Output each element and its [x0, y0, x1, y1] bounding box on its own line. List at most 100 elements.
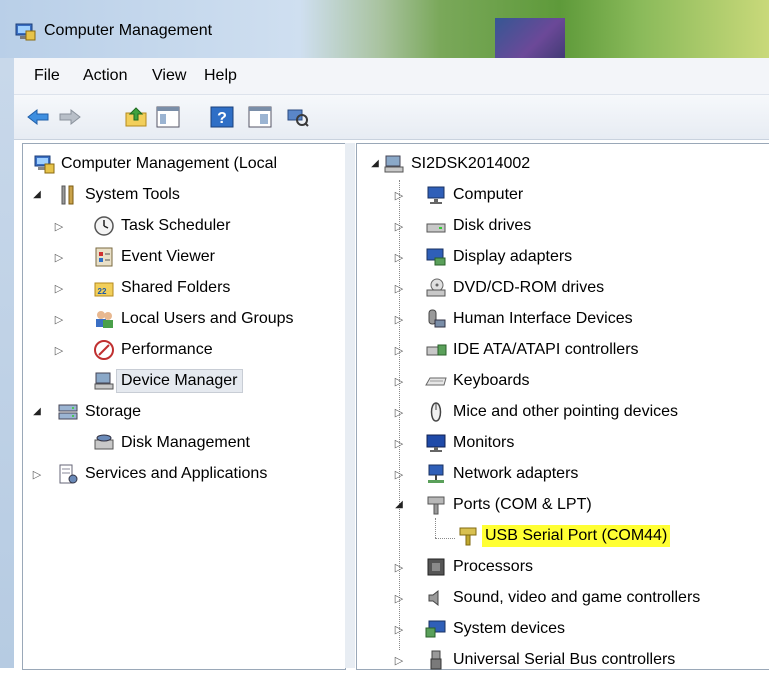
expander-dvd-drives[interactable]: ▷	[393, 282, 405, 295]
expander-keyboards[interactable]: ▷	[393, 375, 405, 388]
tree-item-device-manager[interactable]: Device Manager	[93, 367, 243, 395]
expander-event-viewer[interactable]: ▷	[53, 251, 65, 264]
up-button[interactable]	[122, 103, 150, 131]
expander-display-adapters[interactable]: ▷	[393, 251, 405, 264]
expander-system-devices[interactable]: ▷	[393, 623, 405, 636]
expander-services-applications[interactable]: ▷	[31, 468, 43, 481]
device-category-system-devices[interactable]: System devices	[425, 615, 565, 643]
device-category-sound[interactable]: Sound, video and game controllers	[425, 584, 700, 612]
device-category-usb-controllers[interactable]: Universal Serial Bus controllers	[425, 646, 675, 674]
device-category-disk-drives[interactable]: Disk drives	[425, 212, 531, 240]
menu-bar: File Action View Help	[14, 58, 769, 95]
device-manager-icon	[94, 372, 114, 390]
mouse-icon	[430, 402, 442, 422]
tree-item-system-tools[interactable]: System Tools	[57, 181, 180, 209]
expander-computer-root[interactable]: ◢	[369, 158, 381, 169]
menu-file[interactable]: File	[34, 67, 60, 85]
menu-view[interactable]: View	[152, 67, 186, 85]
device-usb-serial-port[interactable]: USB Serial Port (COM44)	[457, 522, 671, 550]
menu-action[interactable]: Action	[83, 67, 127, 85]
tree-root-computer-management[interactable]: Computer Management (Local	[33, 150, 277, 178]
expander-performance[interactable]: ▷	[53, 344, 65, 357]
tree-item-local-users-groups[interactable]: Local Users and Groups	[93, 305, 294, 333]
expander-shared-folders[interactable]: ▷	[53, 282, 65, 295]
tree-line	[435, 538, 455, 539]
expander-local-users-groups[interactable]: ▷	[53, 313, 65, 326]
expander-ide-controllers[interactable]: ▷	[393, 344, 405, 357]
expander-task-scheduler[interactable]: ▷	[53, 220, 65, 233]
expander-ports[interactable]: ◢	[393, 499, 405, 510]
tree-item-performance[interactable]: Performance	[93, 336, 213, 364]
expander-usb-controllers[interactable]: ▷	[393, 654, 405, 667]
scan-hardware-button[interactable]	[284, 103, 312, 131]
device-category-display-adapters[interactable]: Display adapters	[425, 243, 572, 271]
show-hide-tree-icon	[156, 106, 180, 128]
title-bar: Computer Management	[0, 0, 769, 58]
help-icon: ?	[210, 106, 234, 128]
expander-computer[interactable]: ▷	[393, 189, 405, 202]
device-category-keyboards[interactable]: Keyboards	[425, 367, 530, 395]
performance-icon	[94, 340, 114, 360]
device-category-computer[interactable]: Computer	[425, 181, 523, 209]
device-category-monitors[interactable]: Monitors	[425, 429, 514, 457]
device-category-network-adapters[interactable]: Network adapters	[425, 460, 578, 488]
window-frame-left	[0, 58, 14, 668]
menu-help[interactable]: Help	[204, 67, 237, 85]
device-category-dvd-drives[interactable]: DVD/CD-ROM drives	[425, 274, 604, 302]
tree-item-event-viewer[interactable]: Event Viewer	[93, 243, 215, 271]
expander-monitors[interactable]: ▷	[393, 437, 405, 450]
expander-system-tools[interactable]: ◢	[31, 189, 43, 200]
back-button[interactable]	[24, 103, 52, 131]
expander-sound[interactable]: ▷	[393, 592, 405, 605]
services-icon	[59, 464, 78, 484]
device-category-ports[interactable]: Ports (COM & LPT)	[425, 491, 592, 519]
expander-storage[interactable]: ◢	[31, 406, 43, 417]
expander-hid[interactable]: ▷	[393, 313, 405, 326]
network-adapter-icon	[428, 464, 444, 483]
expander-disk-drives[interactable]: ▷	[393, 220, 405, 233]
help-button[interactable]: ?	[208, 103, 236, 131]
disk-drive-icon	[426, 223, 446, 233]
system-devices-icon	[425, 620, 446, 638]
expander-mice[interactable]: ▷	[393, 406, 405, 419]
tree-line	[435, 518, 436, 538]
toolbar: ?	[14, 95, 769, 140]
device-category-hid[interactable]: Human Interface Devices	[425, 305, 633, 333]
usb-serial-port-icon	[459, 527, 477, 546]
keyboard-icon	[425, 377, 447, 386]
back-arrow-icon	[27, 108, 49, 126]
show-hide-tree-button[interactable]	[154, 103, 182, 131]
monitor-icon	[426, 434, 446, 452]
sound-icon	[428, 589, 439, 607]
hid-icon	[428, 309, 446, 328]
computer-icon	[384, 155, 404, 173]
tree-item-storage[interactable]: Storage	[57, 398, 141, 426]
port-icon	[427, 496, 445, 515]
properties-button[interactable]	[246, 103, 274, 131]
computer-icon	[427, 186, 445, 204]
expander-processors[interactable]: ▷	[393, 561, 405, 574]
pane-splitter[interactable]	[345, 143, 355, 668]
storage-icon	[58, 404, 78, 420]
device-tree-pane[interactable]: ◢ SI2DSK2014002 ▷ Computer ▷ Disk drives…	[356, 143, 769, 670]
display-adapter-icon	[426, 248, 446, 266]
device-category-processors[interactable]: Processors	[425, 553, 533, 581]
device-category-ide-controllers[interactable]: IDE ATA/ATAPI controllers	[425, 336, 639, 364]
properties-icon	[248, 106, 272, 128]
tree-item-task-scheduler[interactable]: Task Scheduler	[93, 212, 230, 240]
window-title: Computer Management	[44, 22, 213, 39]
title-bar-decoration	[495, 18, 565, 58]
device-tree-root[interactable]: SI2DSK2014002	[383, 150, 530, 178]
tree-item-disk-management[interactable]: Disk Management	[93, 429, 250, 457]
expander-network-adapters[interactable]: ▷	[393, 468, 405, 481]
svg-text:?: ?	[217, 110, 227, 127]
tools-icon	[61, 185, 74, 205]
shared-folder-icon: 22	[94, 282, 114, 297]
processor-icon	[427, 558, 445, 576]
forward-button[interactable]	[56, 103, 84, 131]
ide-controller-icon	[426, 344, 447, 356]
tree-item-services-applications[interactable]: Services and Applications	[57, 460, 267, 488]
device-category-mice[interactable]: Mice and other pointing devices	[425, 398, 678, 426]
console-tree-pane[interactable]: Computer Management (Local ◢ System Tool…	[22, 143, 346, 670]
tree-item-shared-folders[interactable]: 22 Shared Folders	[93, 274, 230, 302]
